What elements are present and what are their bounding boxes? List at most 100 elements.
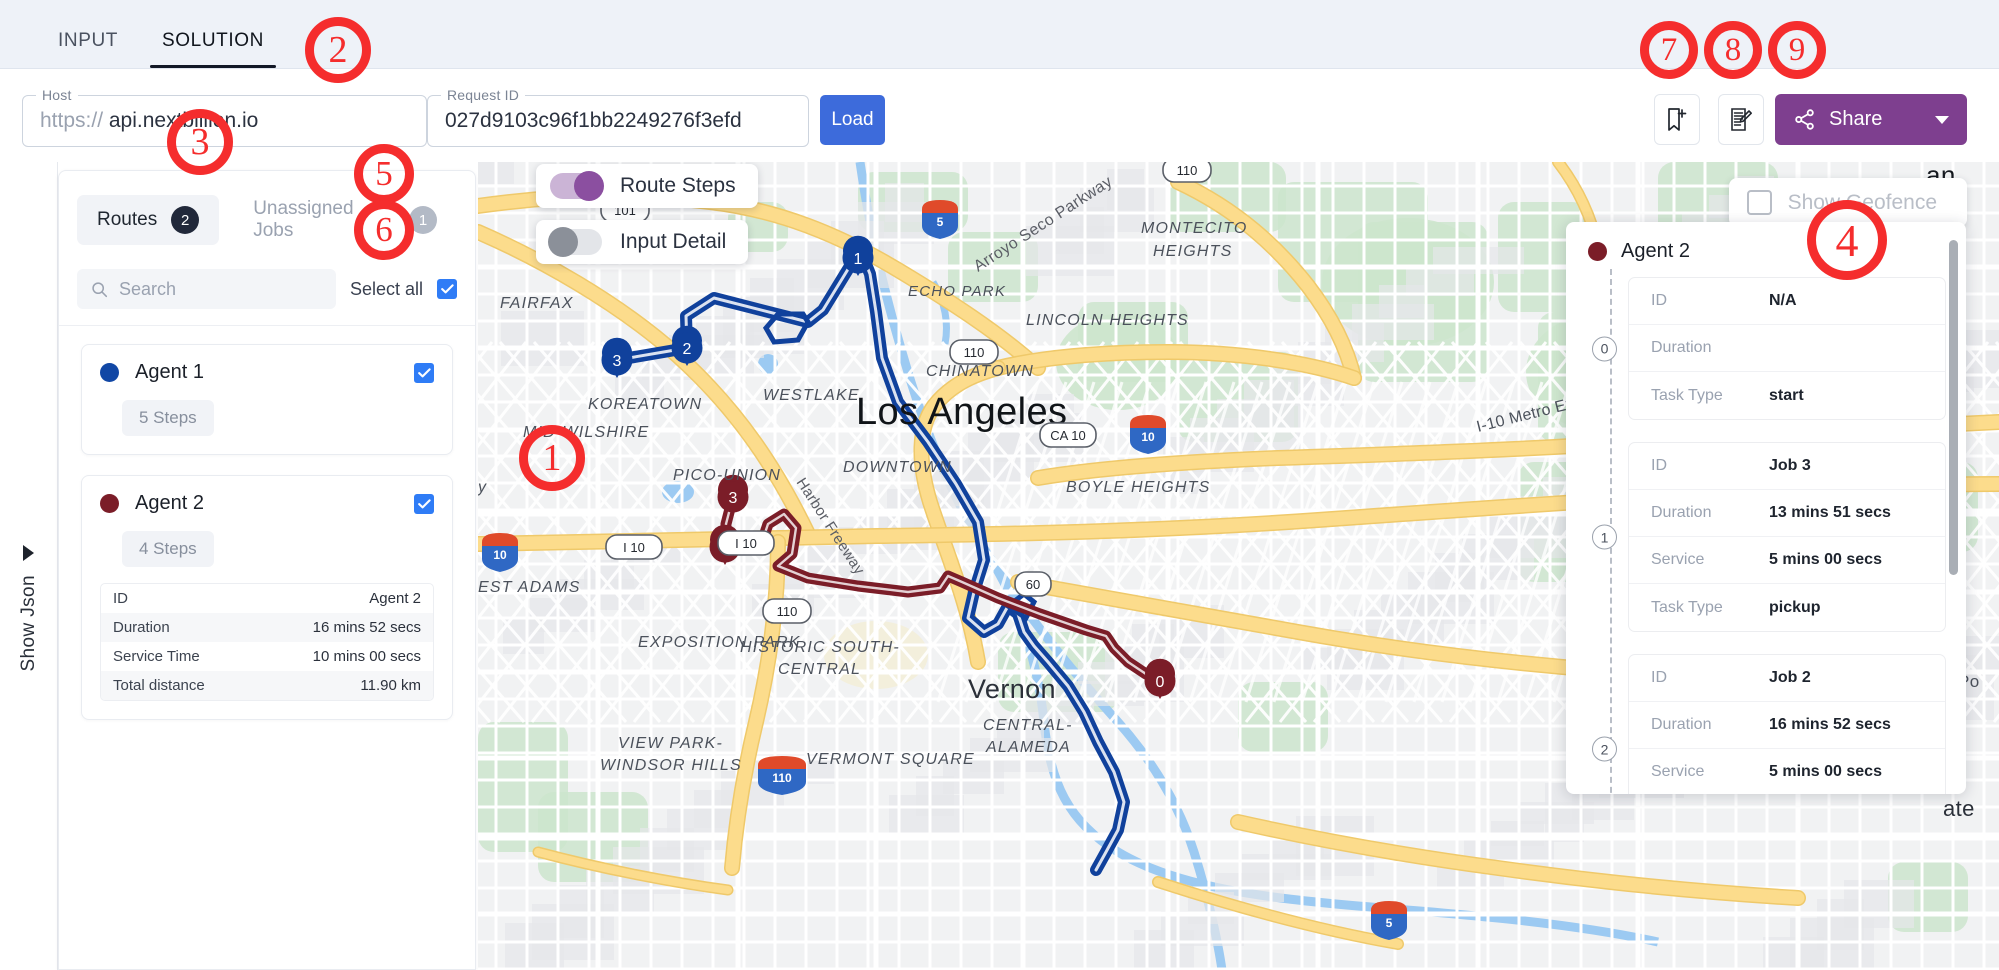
list-item[interactable]: 0 ID N/A Duration Task Type start <box>1592 277 1946 420</box>
table-row: ID Job 2 <box>1629 655 1945 702</box>
svg-text:I 10: I 10 <box>735 536 757 551</box>
list-item[interactable]: 1 ID Job 3 Duration 13 mins 51 secs Serv… <box>1592 442 1946 632</box>
row-key: ID <box>1651 457 1667 474</box>
show-geofence-label: Show Geofence <box>1787 190 1937 214</box>
agent-checkbox[interactable] <box>414 362 434 383</box>
tab-input[interactable]: INPUT <box>36 30 140 68</box>
step-card: ID N/A Duration Task Type start <box>1628 277 1946 420</box>
svg-text:HISTORIC SOUTH-: HISTORIC SOUTH- <box>740 639 900 656</box>
svg-text:3: 3 <box>613 353 622 370</box>
unassigned-jobs-tab-label: Unassigned Jobs <box>253 198 354 241</box>
agent-header: Agent 1 <box>100 361 434 384</box>
table-row: Service Time 10 mins 00 secs <box>101 642 433 671</box>
bookmark-add-icon[interactable] <box>1654 94 1700 145</box>
routes-tab-label: Routes <box>97 209 158 230</box>
svg-text:ate: ate <box>1943 796 1975 821</box>
unassigned-jobs-tab[interactable]: Unassigned Jobs 1 <box>233 187 457 253</box>
row-key: ID <box>113 590 128 607</box>
table-row: Duration 16 mins 52 secs <box>101 613 433 642</box>
show-geofence-checkbox[interactable] <box>1746 190 1772 215</box>
request-id-field[interactable]: Request ID 027d9103c96f1bb2249276f3efd <box>427 87 809 147</box>
agent-name: Agent 2 <box>135 492 204 514</box>
step-card: ID Job 3 Duration 13 mins 51 secs Servic… <box>1628 442 1946 632</box>
row-value: Agent 2 <box>369 590 421 607</box>
table-row: Duration <box>1629 325 1945 372</box>
svg-text:FAIRFAX: FAIRFAX <box>500 295 574 312</box>
row-key: Duration <box>1651 339 1712 356</box>
steps-timeline: 0 ID N/A Duration Task Type start 1 ID J… <box>1566 269 1966 794</box>
share-label: Share <box>1829 108 1883 130</box>
table-row: ID N/A <box>1629 278 1945 325</box>
input-detail-toggle[interactable]: Input Detail <box>536 220 749 264</box>
svg-text:110: 110 <box>777 604 798 619</box>
search-input[interactable]: Search <box>77 269 336 309</box>
agent-color-dot <box>100 494 119 513</box>
select-all-checkbox[interactable] <box>437 279 457 299</box>
route-steps-toggle[interactable]: Route Steps <box>536 164 758 208</box>
row-key: Duration <box>113 619 170 636</box>
row-key: ID <box>1651 292 1667 309</box>
host-field[interactable]: Host https:// api.nextbillion.io <box>22 87 427 147</box>
routes-tab-count: 2 <box>171 206 200 234</box>
table-row: Duration 13 mins 51 secs <box>1629 490 1945 537</box>
svg-text:3: 3 <box>729 490 738 507</box>
list-item[interactable]: 2 ID Job 2 Duration 16 mins 52 secs Serv… <box>1592 654 1946 794</box>
row-value: 5 mins 00 secs <box>1769 763 1882 780</box>
select-all-label[interactable]: Select all <box>350 279 423 300</box>
svg-text:ECHO PARK: ECHO PARK <box>908 283 1006 300</box>
svg-text:I 10: I 10 <box>623 540 645 555</box>
body-area: Show Json Routes 2 Unassigned Jobs 1 Sea… <box>0 162 1999 970</box>
row-key: Task Type <box>1651 598 1723 616</box>
header-bar: Host https:// api.nextbillion.io Request… <box>0 69 1999 162</box>
show-geofence-toggle[interactable]: Show Geofence <box>1728 178 1967 227</box>
svg-text:110: 110 <box>772 771 792 785</box>
row-value: Job 2 <box>1769 669 1811 686</box>
svg-text:CENTRAL-: CENTRAL- <box>983 717 1073 734</box>
route-steps-switch[interactable] <box>550 171 604 201</box>
detail-panel-scrollbar[interactable] <box>1949 240 1958 575</box>
agent-color-dot <box>100 363 119 382</box>
agent-name: Agent 1 <box>135 361 204 383</box>
svg-text:5: 5 <box>937 215 944 229</box>
row-value: start <box>1769 386 1804 404</box>
request-id-value: 027d9103c96f1bb2249276f3efd <box>445 109 742 132</box>
app-root: INPUT SOLUTION Host https:// api.nextbil… <box>0 0 1999 970</box>
route-steps-detail-panel: Agent 2 0 ID N/A Duration Task Type star… <box>1566 222 1966 794</box>
search-icon <box>91 281 108 298</box>
row-key: Task Type <box>1651 386 1723 404</box>
table-row: Total distance 11.90 km <box>101 671 433 700</box>
svg-text:MID-WILSHIRE: MID-WILSHIRE <box>523 424 649 441</box>
caret-right-icon <box>23 544 34 561</box>
row-key: Total distance <box>113 677 205 694</box>
svg-text:VIEW PARK-: VIEW PARK- <box>618 735 723 752</box>
show-json-rail[interactable]: Show Json <box>0 162 58 970</box>
routes-tab[interactable]: Routes 2 <box>77 195 220 245</box>
input-detail-switch[interactable] <box>548 227 602 257</box>
row-value: N/A <box>1769 292 1797 309</box>
svg-text:110: 110 <box>1177 163 1198 178</box>
svg-text:WINDSOR HILLS: WINDSOR HILLS <box>600 757 742 774</box>
note-edit-icon[interactable] <box>1718 94 1764 145</box>
agent-card[interactable]: Agent 1 5 Steps <box>81 344 453 455</box>
load-button[interactable]: Load <box>820 95 885 145</box>
request-id-label: Request ID <box>441 87 526 103</box>
tab-solution[interactable]: SOLUTION <box>140 30 286 68</box>
row-value: 11.90 km <box>360 677 421 694</box>
share-button[interactable]: Share <box>1775 94 1967 145</box>
table-row: Task Type start <box>1629 372 1945 419</box>
agent-header: Agent 2 <box>100 492 434 515</box>
host-value: api.nextbillion.io <box>108 109 259 132</box>
svg-text:60: 60 <box>1026 577 1040 592</box>
svg-text:KOREATOWN: KOREATOWN <box>588 396 702 413</box>
row-key: Duration <box>1651 504 1712 521</box>
svg-text:VERMONT SQUARE: VERMONT SQUARE <box>806 751 975 768</box>
agent-card[interactable]: Agent 2 4 Steps ID Agent 2 Duration 16 m… <box>81 475 453 720</box>
table-row: Service 5 mins 00 secs <box>1629 749 1945 794</box>
svg-text:y: y <box>478 479 487 496</box>
search-placeholder: Search <box>119 278 177 299</box>
agent-checkbox[interactable] <box>414 493 434 514</box>
map-canvas[interactable]: 321310FAIRFAXMID-WILSHIREKOREATOWNWESTLA… <box>478 162 1999 970</box>
svg-text:110: 110 <box>964 345 985 360</box>
svg-text:EST ADAMS: EST ADAMS <box>478 579 581 596</box>
share-nodes-icon <box>1793 108 1816 131</box>
